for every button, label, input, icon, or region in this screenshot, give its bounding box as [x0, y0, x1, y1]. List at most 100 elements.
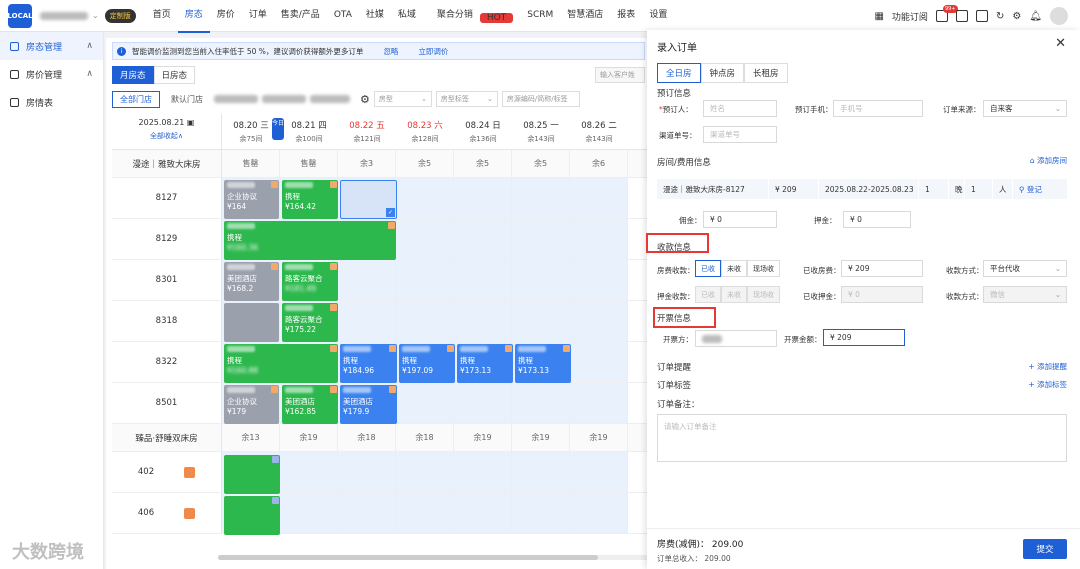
chevron-down-icon[interactable]: ⌄: [92, 11, 99, 20]
sidebar-item-room-price[interactable]: 房价管理 ∧: [0, 60, 103, 88]
booking-block[interactable]: 携程 ¥160.36: [224, 221, 396, 260]
nights-input[interactable]: 1: [919, 179, 949, 199]
store-tab-blurred[interactable]: [214, 95, 258, 103]
collect-unreceived[interactable]: 未收: [721, 260, 747, 277]
day-cell[interactable]: [512, 178, 570, 218]
guests-input[interactable]: 1: [965, 179, 993, 199]
nav-smart-hotel[interactable]: 智慧酒店: [560, 0, 610, 33]
settings-icon[interactable]: ⚙: [360, 93, 370, 106]
collect-received[interactable]: 已收: [695, 260, 721, 277]
filter-all-stores[interactable]: 全部门店: [112, 90, 160, 108]
room-type-select[interactable]: 房型 ⌄: [373, 91, 432, 107]
settings-icon[interactable]: ⚙: [1012, 11, 1021, 22]
nav-room-price[interactable]: 房价: [210, 0, 242, 33]
order-remark-textarea[interactable]: 请输入订单备注: [657, 414, 1067, 462]
sidebar-item-room-report[interactable]: 房情表: [0, 88, 103, 116]
booking-block[interactable]: 携程 ¥184.96: [340, 344, 397, 383]
ignore-link[interactable]: 忽略: [383, 46, 398, 57]
booking-block[interactable]: 美团酒店 ¥179.9: [340, 385, 397, 424]
day-cell[interactable]: [454, 383, 512, 423]
send-icon[interactable]: [184, 507, 196, 519]
nav-scrm[interactable]: SCRM: [520, 0, 560, 33]
deposit-onsite[interactable]: 现场收: [747, 286, 780, 303]
pay-method2-select[interactable]: 微信 ⌄: [983, 286, 1067, 303]
day-cell[interactable]: [338, 260, 396, 300]
deposit-unreceived[interactable]: 未收: [721, 286, 747, 303]
feature-subscribe[interactable]: 功能订阅: [892, 10, 928, 23]
nav-ota[interactable]: OTA: [327, 0, 359, 33]
room-tag-select[interactable]: 房型标签 ⌄: [435, 91, 498, 107]
room-price-input[interactable]: ¥ 209: [769, 179, 819, 199]
day-cell[interactable]: [396, 452, 454, 492]
booker-name-input[interactable]: 姓名: [703, 100, 777, 117]
pay-method-select[interactable]: 平台代收 ⌄: [983, 260, 1067, 277]
day-cell[interactable]: [570, 219, 628, 259]
brand-logo[interactable]: LOCAL: [7, 3, 33, 28]
tab-long-stay[interactable]: 长租房: [744, 63, 788, 83]
register-button[interactable]: ⚲ 登记: [1013, 179, 1042, 199]
day-cell[interactable]: [570, 178, 628, 218]
close-icon[interactable]: ✕: [1055, 36, 1066, 51]
nav-distribution[interactable]: 聚合分销 HOT: [423, 0, 520, 33]
day-cell[interactable]: [396, 178, 454, 218]
room-search-input[interactable]: 房源编码/简称/标签: [501, 91, 580, 107]
day-cell[interactable]: [570, 301, 628, 341]
day-cell[interactable]: [570, 342, 628, 382]
day-cell[interactable]: [570, 260, 628, 300]
customer-search-input[interactable]: 输入客户姓: [595, 67, 645, 83]
booking-block[interactable]: [224, 303, 279, 342]
add-room-button[interactable]: ⌂ 添加房间: [1030, 155, 1067, 166]
selected-cell[interactable]: ✓: [340, 180, 397, 219]
booker-phone-input[interactable]: 手机号: [833, 100, 923, 117]
day-cell[interactable]: [570, 383, 628, 423]
message-icon[interactable]: 99+: [935, 5, 958, 22]
day-cell[interactable]: [280, 452, 338, 492]
day-cell[interactable]: [454, 260, 512, 300]
tab-hourly[interactable]: 钟点房: [700, 63, 745, 83]
edit-icon[interactable]: [975, 10, 988, 22]
nav-reports[interactable]: 报表: [610, 0, 642, 33]
booking-block[interactable]: 美团酒店 ¥168.2: [224, 262, 279, 301]
booking-block[interactable]: 携程 ¥164.42: [282, 180, 338, 219]
day-cell[interactable]: [396, 493, 454, 533]
add-reminder-button[interactable]: + 添加提醒: [1028, 361, 1067, 372]
refresh-icon[interactable]: ↻: [996, 11, 1004, 22]
store-tab-blurred[interactable]: [310, 95, 350, 103]
store-tab-blurred[interactable]: [262, 95, 306, 103]
filter-default-store[interactable]: 默认门店: [164, 92, 210, 107]
day-cell[interactable]: [454, 452, 512, 492]
day-cell[interactable]: [512, 219, 570, 259]
booking-block[interactable]: 路客云聚合 ¥175.22: [282, 303, 338, 342]
nav-settings[interactable]: 设置: [642, 0, 674, 33]
deposit-input[interactable]: ¥ 0: [843, 211, 911, 228]
sidebar-item-room-status[interactable]: 房态管理 ∧: [0, 32, 103, 60]
day-cell[interactable]: [396, 260, 454, 300]
invoice-party-input[interactable]: [695, 330, 777, 347]
booking-block[interactable]: 企业协议 ¥164: [224, 180, 279, 219]
add-tag-button[interactable]: + 添加标签: [1028, 379, 1067, 390]
booking-block[interactable]: 企业协议 ¥179: [224, 385, 279, 424]
day-cell[interactable]: [396, 301, 454, 341]
day-cell[interactable]: [512, 301, 570, 341]
day-cell[interactable]: [512, 493, 570, 533]
submit-button[interactable]: 提交: [1023, 539, 1067, 559]
stay-date-range[interactable]: 2025.08.22-2025.08.23: [819, 179, 919, 199]
booking-block[interactable]: 路客云聚合 ¥181.49: [282, 262, 338, 301]
channel-no-input[interactable]: 渠道单号: [703, 126, 777, 143]
send-icon[interactable]: [184, 466, 196, 478]
booking-block[interactable]: 携程 ¥173.13: [457, 344, 513, 383]
day-cell[interactable]: [338, 493, 396, 533]
booking-block[interactable]: [224, 455, 280, 494]
day-cell[interactable]: [512, 452, 570, 492]
day-cell[interactable]: [454, 178, 512, 218]
nav-private[interactable]: 私域: [391, 0, 423, 33]
day-cell[interactable]: [512, 383, 570, 423]
scroll-thumb[interactable]: [218, 555, 598, 560]
received-room-input[interactable]: ¥ 209: [841, 260, 923, 277]
day-cell[interactable]: [338, 301, 396, 341]
day-cell[interactable]: [512, 260, 570, 300]
day-cell[interactable]: [454, 219, 512, 259]
day-cell[interactable]: [570, 493, 628, 533]
nav-room-status[interactable]: 房态: [177, 0, 210, 33]
order-source-select[interactable]: 自来客 ⌄: [983, 100, 1067, 117]
